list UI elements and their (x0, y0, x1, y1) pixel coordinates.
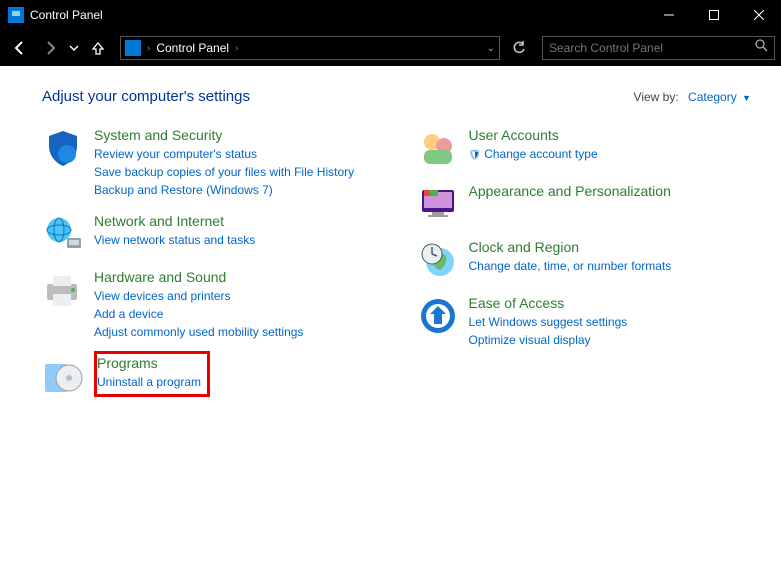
category-hardware: Hardware and Sound View devices and prin… (42, 269, 377, 341)
ease-access-icon (417, 295, 459, 337)
category-link[interactable]: Optimize visual display (469, 331, 628, 349)
category-title-link[interactable]: Network and Internet (94, 213, 224, 229)
nav-bar: › Control Panel › ⌄ (0, 30, 781, 66)
category-link[interactable]: Change date, time, or number formats (469, 257, 672, 275)
search-box[interactable] (542, 36, 775, 60)
category-title-link[interactable]: User Accounts (469, 127, 559, 143)
printer-icon (42, 269, 84, 311)
address-bar[interactable]: › Control Panel › ⌄ (120, 36, 500, 60)
refresh-button[interactable] (506, 36, 532, 60)
recent-dropdown[interactable] (66, 34, 82, 62)
globe-network-icon (42, 213, 84, 255)
up-button[interactable] (84, 34, 112, 62)
category-link[interactable]: Backup and Restore (Windows 7) (94, 181, 354, 199)
view-by-selector[interactable]: View by: Category ▼ (634, 90, 751, 104)
view-by-label: View by: (634, 90, 679, 104)
category-user-accounts: User Accounts Change account type (417, 127, 752, 169)
chevron-down-icon: ▼ (742, 93, 751, 103)
back-button[interactable] (6, 34, 34, 62)
breadcrumb-item[interactable]: Control Panel (156, 41, 229, 55)
category-title-link[interactable]: System and Security (94, 127, 222, 143)
category-programs: Programs Uninstall a program (42, 355, 377, 397)
clock-globe-icon (417, 239, 459, 281)
category-clock-region: Clock and Region Change date, time, or n… (417, 239, 752, 281)
left-column: System and Security Review your computer… (42, 127, 377, 411)
close-button[interactable] (736, 0, 781, 30)
category-link[interactable]: Review your computer's status (94, 145, 354, 163)
window-title: Control Panel (30, 8, 646, 22)
category-link[interactable]: Change account type (469, 145, 598, 163)
uninstall-program-link[interactable]: Uninstall a program (97, 373, 201, 391)
category-link[interactable]: Add a device (94, 305, 303, 323)
category-title-link[interactable]: Appearance and Personalization (469, 183, 671, 199)
breadcrumb-sep-icon: › (235, 43, 238, 54)
category-link[interactable]: Let Windows suggest settings (469, 313, 628, 331)
disc-box-icon (42, 355, 84, 397)
category-link[interactable]: Adjust commonly used mobility settings (94, 323, 303, 341)
minimize-button[interactable] (646, 0, 691, 30)
forward-button[interactable] (36, 34, 64, 62)
category-network: Network and Internet View network status… (42, 213, 377, 255)
address-dropdown-icon[interactable]: ⌄ (487, 43, 495, 54)
search-input[interactable] (549, 41, 755, 55)
category-appearance: Appearance and Personalization (417, 183, 752, 225)
page-heading: Adjust your computer's settings (42, 88, 250, 105)
highlight-box: Programs Uninstall a program (94, 351, 210, 397)
category-title-link[interactable]: Programs (97, 355, 158, 371)
category-system-security: System and Security Review your computer… (42, 127, 377, 199)
monitor-icon (417, 183, 459, 225)
content-pane: Adjust your computer's settings View by:… (0, 66, 781, 575)
category-link[interactable]: View devices and printers (94, 287, 303, 305)
breadcrumb-sep-icon: › (147, 43, 150, 54)
category-link[interactable]: Save backup copies of your files with Fi… (94, 163, 354, 181)
category-ease-of-access: Ease of Access Let Windows suggest setti… (417, 295, 752, 349)
search-icon[interactable] (755, 39, 768, 57)
app-icon (8, 7, 24, 23)
right-column: User Accounts Change account type Appear… (417, 127, 752, 411)
category-link[interactable]: View network status and tasks (94, 231, 255, 249)
maximize-button[interactable] (691, 0, 736, 30)
category-title-link[interactable]: Ease of Access (469, 295, 565, 311)
control-panel-icon (125, 40, 141, 56)
view-by-value: Category (688, 90, 737, 104)
category-title-link[interactable]: Clock and Region (469, 239, 580, 255)
shield-icon (42, 127, 84, 169)
people-icon (417, 127, 459, 169)
category-title-link[interactable]: Hardware and Sound (94, 269, 226, 285)
title-bar: Control Panel (0, 0, 781, 30)
